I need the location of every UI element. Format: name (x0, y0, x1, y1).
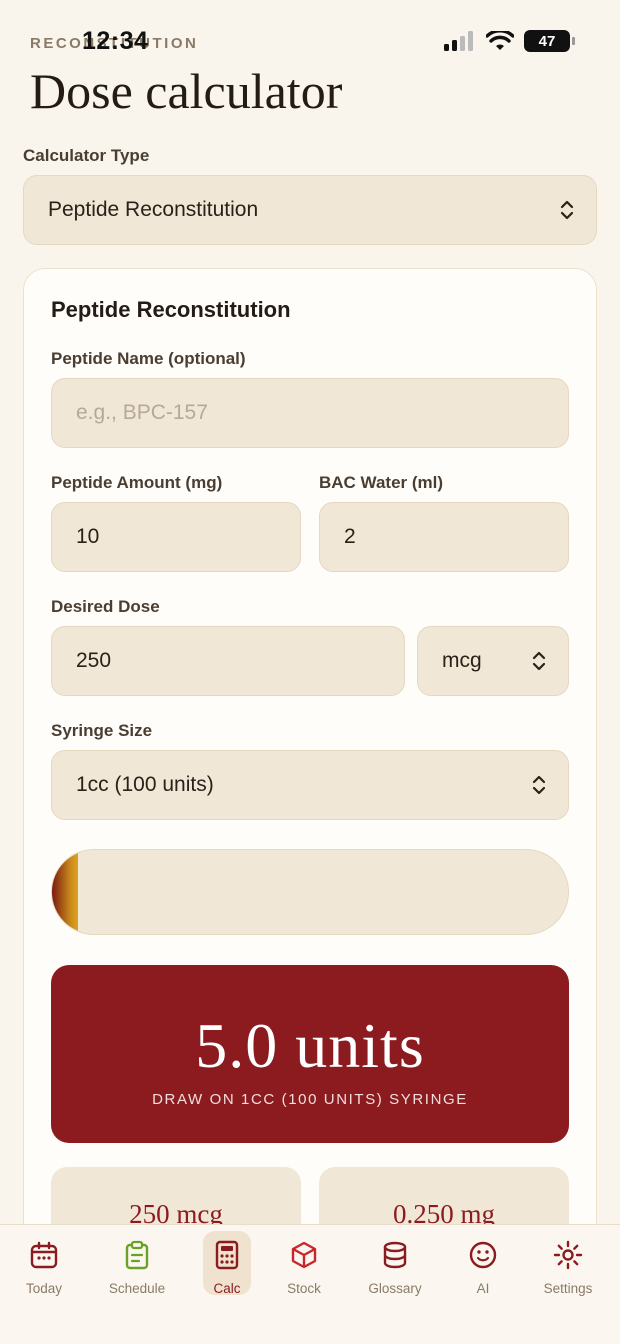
smiley-icon (469, 1241, 497, 1269)
desired-dose-label: Desired Dose (51, 597, 160, 616)
chevron-updown-icon (532, 775, 546, 795)
result-instruction: DRAW ON 1CC (100 UNITS) SYRINGE (152, 1091, 468, 1108)
gear-icon (553, 1240, 583, 1270)
signal-icon (444, 31, 473, 51)
tab-label: Schedule (108, 1281, 166, 1296)
tab-ai[interactable]: AI (443, 1234, 523, 1296)
peptide-name-input[interactable]: e.g., BPC-157 (51, 378, 569, 448)
peptide-name-label: Peptide Name (optional) (51, 349, 246, 368)
tab-settings[interactable]: Settings (528, 1234, 608, 1296)
calculator-type-value: Peptide Reconstitution (48, 198, 259, 221)
syringe-size-label: Syringe Size (51, 721, 153, 740)
tab-stock[interactable]: Stock (264, 1234, 344, 1296)
tab-label: AI (476, 1281, 490, 1296)
tab-glossary[interactable]: Glossary (355, 1234, 435, 1296)
tab-label: Glossary (368, 1281, 422, 1296)
result-panel: 5.0 units DRAW ON 1CC (100 UNITS) SYRING… (51, 965, 569, 1143)
tab-calc[interactable]: Calc (187, 1234, 267, 1296)
syringe-size-value: 1cc (100 units) (76, 773, 214, 796)
peptide-amount-value: 10 (76, 525, 100, 548)
tab-label: Today (25, 1281, 63, 1296)
calendar-icon (30, 1241, 58, 1269)
battery-level: 47 (538, 32, 556, 50)
peptide-name-placeholder: e.g., BPC-157 (76, 401, 208, 424)
tab-label: Calc (213, 1281, 241, 1296)
bac-water-label: BAC Water (ml) (319, 473, 444, 492)
clipboard-icon (125, 1240, 149, 1270)
box-icon (291, 1241, 317, 1269)
syringe-size-select[interactable]: 1cc (100 units) (51, 750, 569, 820)
tab-today[interactable]: Today (4, 1234, 84, 1296)
syringe-gauge (51, 849, 569, 935)
dose-unit-select[interactable]: mcg (417, 626, 569, 696)
database-icon (383, 1241, 407, 1269)
tab-label: Settings (543, 1281, 593, 1296)
bac-water-value: 2 (344, 525, 356, 548)
calculator-type-label: Calculator Type (23, 146, 150, 165)
battery-icon: 47 (524, 30, 575, 52)
calculator-icon (215, 1240, 239, 1270)
tab-schedule[interactable]: Schedule (97, 1234, 177, 1296)
syringe-fill (52, 850, 78, 934)
chevron-updown-icon (560, 200, 574, 220)
peptide-amount-label: Peptide Amount (mg) (51, 473, 223, 492)
status-icons: 47 (444, 30, 575, 52)
clock: 12:34 (82, 27, 149, 55)
chevron-updown-icon (532, 651, 546, 671)
result-units: 5.0 units (195, 1010, 425, 1081)
desired-dose-value: 250 (76, 649, 112, 672)
wifi-icon (486, 31, 514, 50)
page-title: Dose calculator (30, 63, 343, 119)
dose-unit-value: mcg (442, 649, 482, 672)
calculator-type-select[interactable]: Peptide Reconstitution (23, 175, 597, 245)
peptide-amount-input[interactable]: 10 (51, 502, 301, 572)
desired-dose-input[interactable]: 250 (51, 626, 405, 696)
bac-water-input[interactable]: 2 (319, 502, 569, 572)
tab-label: Stock (287, 1281, 321, 1296)
card-title: Peptide Reconstitution (51, 297, 291, 322)
